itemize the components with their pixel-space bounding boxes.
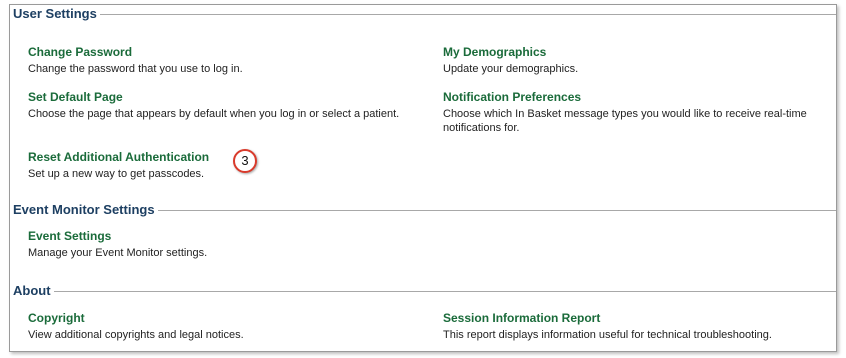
set-default-page-link[interactable]: Set Default Page bbox=[28, 90, 408, 105]
about-title: About bbox=[11, 283, 54, 299]
event-monitor-settings-title: Event Monitor Settings bbox=[11, 202, 158, 218]
set-default-page-desc: Choose the page that appears by default … bbox=[28, 108, 400, 120]
user-settings-title: User Settings bbox=[11, 6, 100, 22]
event-settings-link[interactable]: Event Settings bbox=[28, 229, 408, 244]
about-section: About Copyright View additional copyrigh… bbox=[11, 283, 836, 351]
change-password-item: Change Password Change the password that… bbox=[28, 45, 408, 76]
notification-preferences-link[interactable]: Notification Preferences bbox=[443, 90, 833, 105]
change-password-desc: Change the password that you use to log … bbox=[28, 63, 243, 75]
my-demographics-link[interactable]: My Demographics bbox=[443, 45, 823, 60]
settings-panel: User Settings Change Password Change the… bbox=[9, 4, 837, 352]
copyright-item: Copyright View additional copyrights and… bbox=[28, 311, 408, 342]
session-information-report-link[interactable]: Session Information Report bbox=[443, 311, 833, 326]
notification-preferences-item: Notification Preferences Choose which In… bbox=[443, 90, 833, 135]
change-password-link[interactable]: Change Password bbox=[28, 45, 408, 60]
user-settings-section: User Settings Change Password Change the… bbox=[11, 6, 836, 200]
event-monitor-settings-section: Event Monitor Settings Event Settings Ma… bbox=[11, 202, 836, 280]
session-information-report-item: Session Information Report This report d… bbox=[443, 311, 833, 342]
copyright-desc: View additional copyrights and legal not… bbox=[28, 329, 244, 341]
reset-additional-authentication-item: Reset Additional Authentication Set up a… bbox=[28, 150, 408, 181]
event-settings-item: Event Settings Manage your Event Monitor… bbox=[28, 229, 408, 260]
callout-number-badge: 3 bbox=[233, 149, 257, 173]
set-default-page-item: Set Default Page Choose the page that ap… bbox=[28, 90, 408, 121]
my-demographics-item: My Demographics Update your demographics… bbox=[443, 45, 823, 76]
copyright-link[interactable]: Copyright bbox=[28, 311, 408, 326]
event-settings-desc: Manage your Event Monitor settings. bbox=[28, 247, 208, 259]
reset-additional-authentication-link[interactable]: Reset Additional Authentication bbox=[28, 150, 408, 165]
my-demographics-desc: Update your demographics. bbox=[443, 63, 579, 75]
reset-additional-authentication-desc: Set up a new way to get passcodes. bbox=[28, 168, 205, 180]
session-information-report-desc: This report displays information useful … bbox=[443, 329, 772, 341]
notification-preferences-desc: Choose which In Basket message types you… bbox=[443, 108, 807, 134]
